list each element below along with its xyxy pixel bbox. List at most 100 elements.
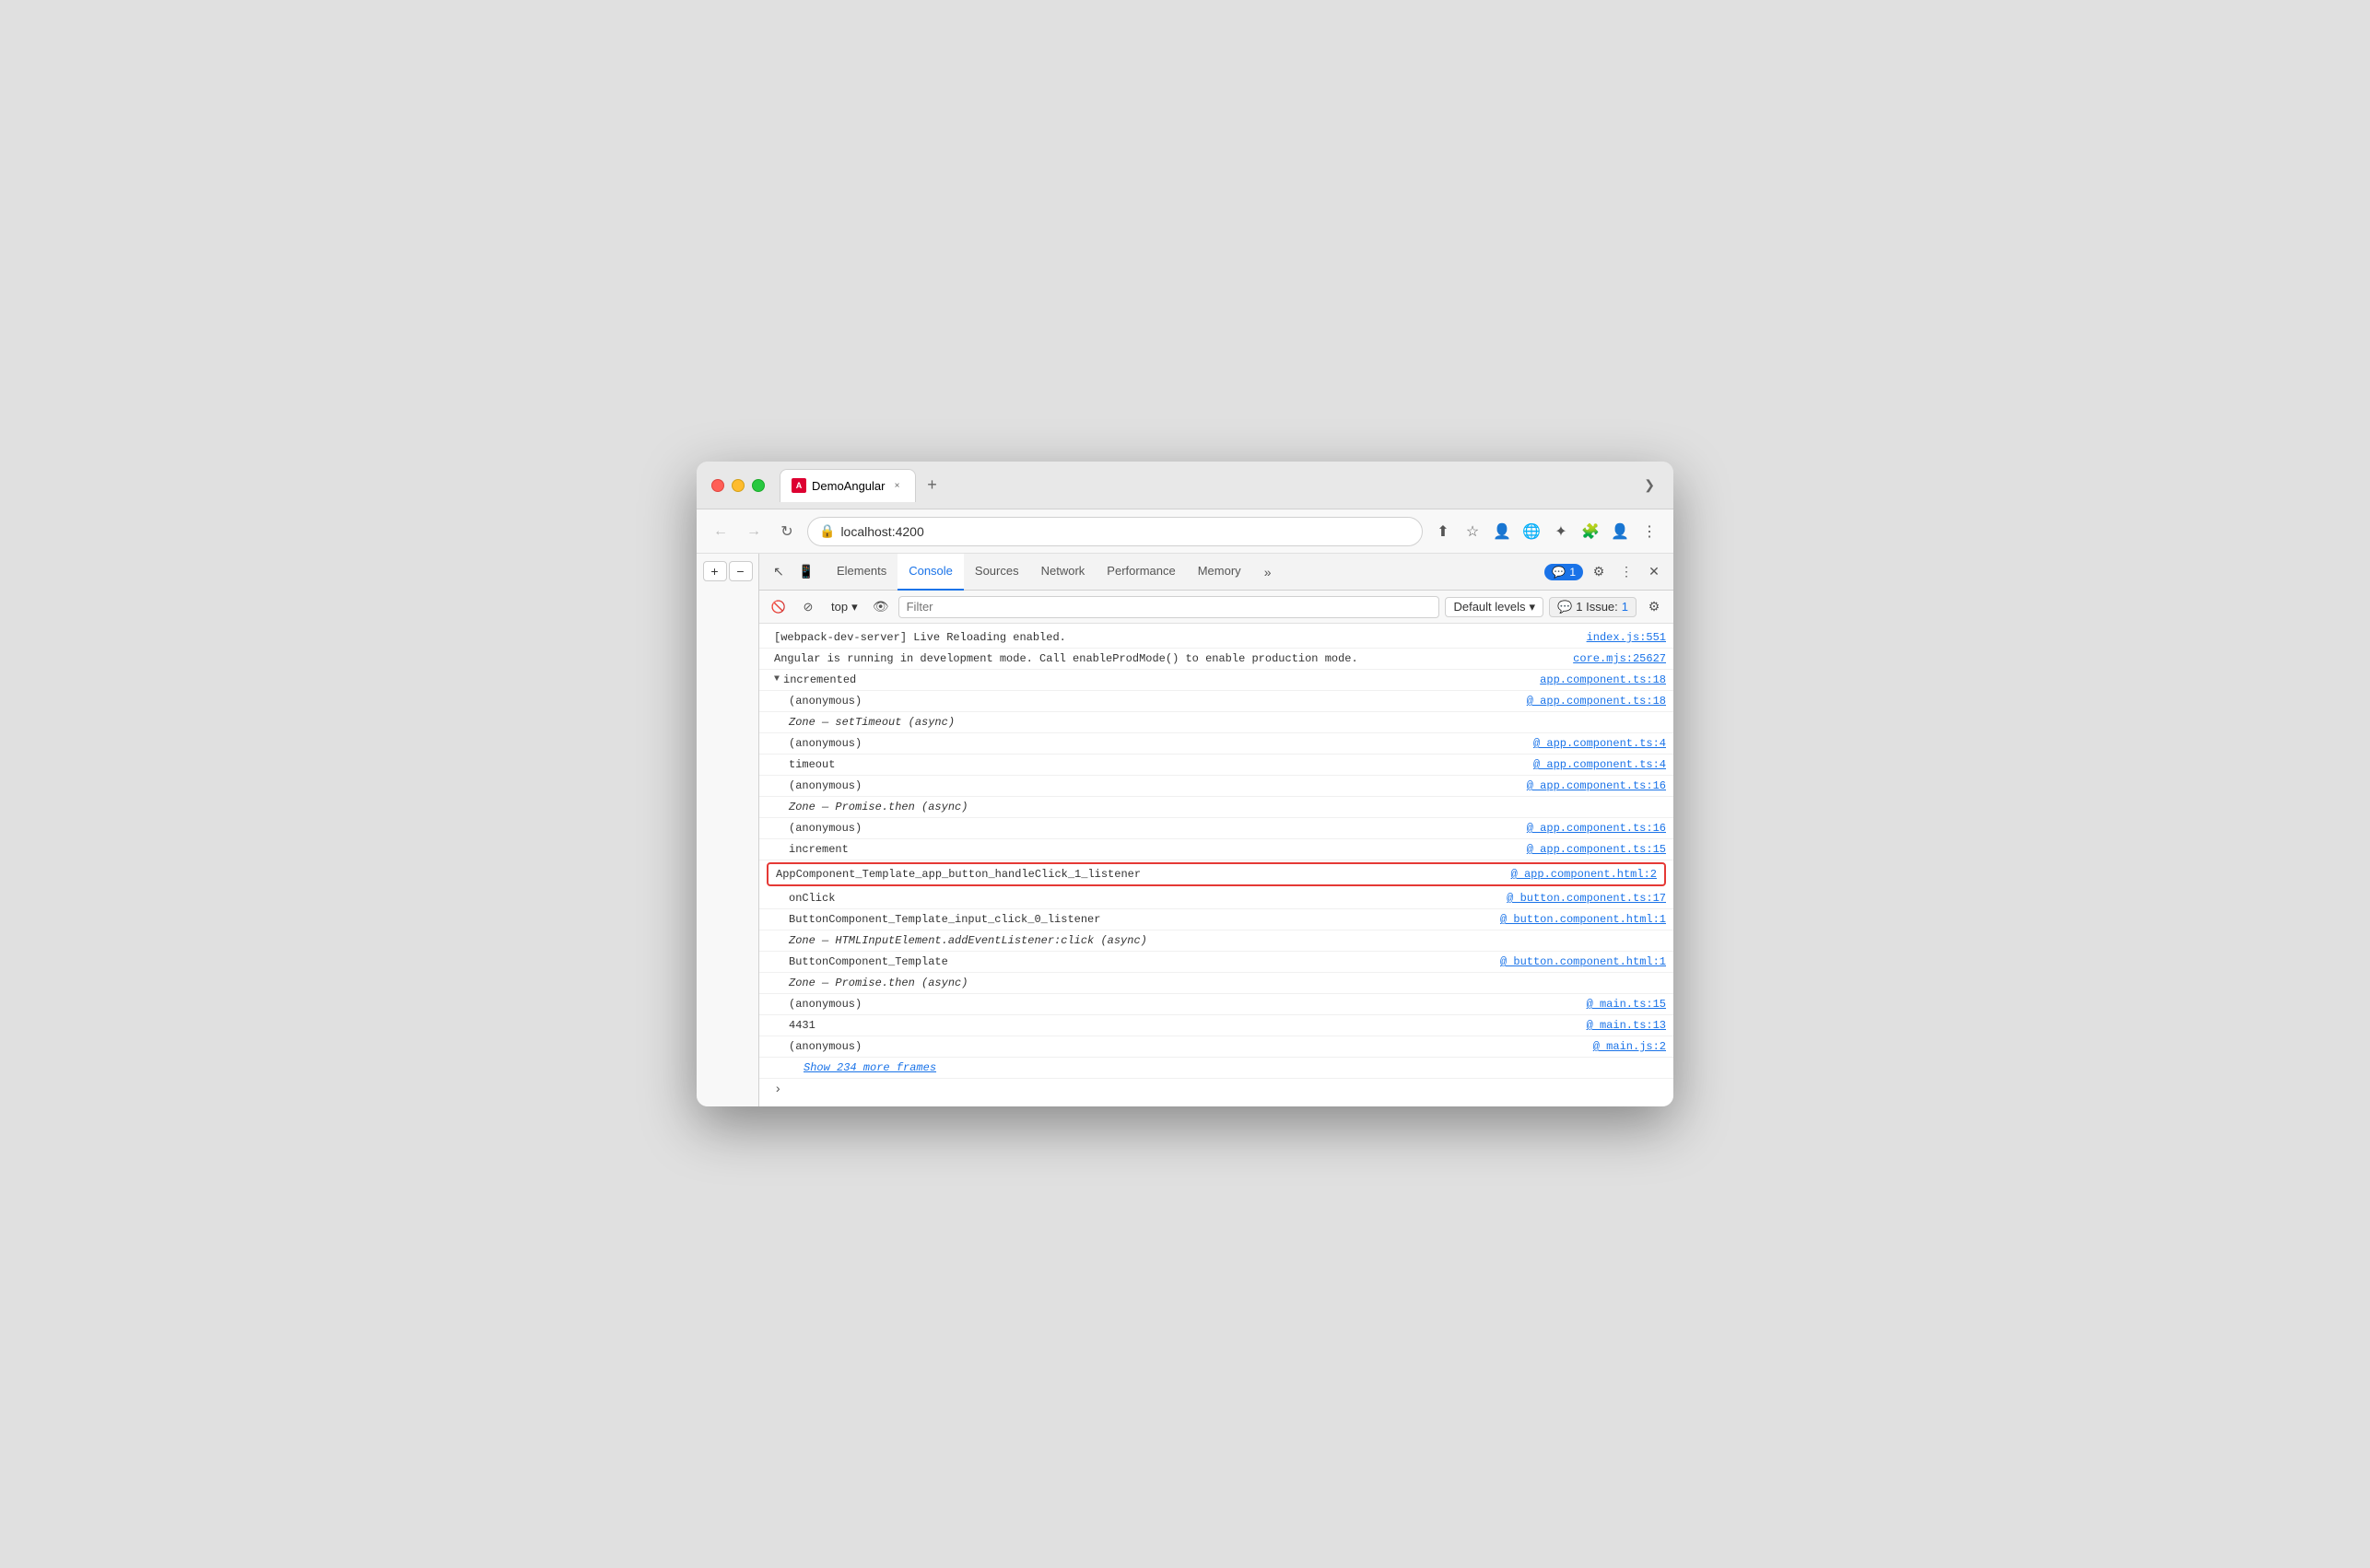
tab-sources[interactable]: Sources: [964, 554, 1030, 591]
window-controls-right: ❯: [1640, 474, 1659, 497]
console-line: Angular is running in development mode. …: [759, 649, 1673, 670]
source-link[interactable]: @ app.component.ts:18: [1527, 693, 1666, 709]
share-icon[interactable]: ⬆: [1430, 519, 1456, 544]
expand-icon: ▼: [774, 672, 780, 688]
console-line: increment @ app.component.ts:15: [759, 839, 1673, 860]
chat-icon: 💬: [1552, 566, 1566, 579]
devtools-panel: ↖ 📱 Elements Console Sources Network Per…: [759, 554, 1673, 1106]
console-line: Zone — Promise.then (async): [759, 973, 1673, 994]
console-line: ▼ incremented app.component.ts:18: [759, 670, 1673, 691]
console-line: ButtonComponent_Template_input_click_0_l…: [759, 909, 1673, 930]
tab-network[interactable]: Network: [1030, 554, 1097, 591]
close-devtools-icon[interactable]: ✕: [1642, 560, 1666, 584]
source-link[interactable]: @ button.component.html:1: [1500, 954, 1666, 970]
maximize-button[interactable]: [752, 479, 765, 492]
source-link[interactable]: @ button.component.html:1: [1500, 911, 1666, 928]
page-sidebar: + −: [697, 554, 759, 1106]
menu-icon[interactable]: ⋮: [1637, 519, 1662, 544]
prompt-arrow-icon: ›: [774, 1082, 781, 1097]
tab-close-button[interactable]: ×: [891, 479, 904, 492]
source-link[interactable]: @ app.component.ts:4: [1533, 735, 1666, 752]
console-prompt[interactable]: ›: [759, 1079, 1673, 1101]
back-button[interactable]: ←: [708, 519, 733, 544]
source-link[interactable]: @ main.ts:15: [1587, 996, 1666, 1012]
show-more-frames-link[interactable]: Show 234 more frames: [804, 1059, 936, 1076]
tab-memory[interactable]: Memory: [1187, 554, 1252, 591]
console-line: 4431 @ main.ts:13: [759, 1015, 1673, 1036]
source-link[interactable]: core.mjs:25627: [1573, 650, 1666, 667]
tab-title: DemoAngular: [812, 479, 886, 493]
source-link[interactable]: @ button.component.ts:17: [1507, 890, 1666, 907]
source-link[interactable]: index.js:551: [1587, 629, 1666, 646]
url-display: localhost:4200: [840, 524, 923, 539]
forward-button[interactable]: →: [741, 519, 767, 544]
angular-icon: A: [792, 478, 806, 493]
tab-bar: A DemoAngular × +: [780, 469, 1633, 502]
console-line: [webpack-dev-server] Live Reloading enab…: [759, 627, 1673, 649]
profile-icon[interactable]: 👤: [1607, 519, 1633, 544]
devtools-tab-icons: ↖ 📱: [767, 560, 818, 584]
zoom-out-button[interactable]: −: [729, 561, 753, 581]
new-tab-button[interactable]: +: [920, 473, 945, 498]
close-button[interactable]: [711, 479, 724, 492]
translate-icon[interactable]: 🌐: [1519, 519, 1544, 544]
chat-badge[interactable]: 💬 1: [1544, 564, 1583, 580]
console-output: [webpack-dev-server] Live Reloading enab…: [759, 624, 1673, 1106]
more-tabs-icon[interactable]: »: [1256, 560, 1280, 584]
clear-console-icon[interactable]: 🚫: [767, 595, 791, 619]
console-settings-icon[interactable]: ⚙: [1642, 595, 1666, 619]
console-line: Zone — HTMLInputElement.addEventListener…: [759, 930, 1673, 952]
settings-icon[interactable]: ⚙: [1587, 560, 1611, 584]
issues-badge[interactable]: 💬 1 Issue: 1: [1549, 597, 1637, 617]
context-selector[interactable]: top ▾: [826, 598, 863, 616]
console-line: (anonymous) @ app.component.ts:4: [759, 733, 1673, 755]
refresh-button[interactable]: ↻: [774, 519, 800, 544]
title-bar: A DemoAngular × + ❯: [697, 462, 1673, 509]
filter-input[interactable]: [898, 596, 1440, 618]
highlighted-console-line: AppComponent_Template_app_button_handleC…: [767, 862, 1666, 886]
device-toolbar-icon[interactable]: 📱: [794, 560, 818, 584]
tab-console[interactable]: Console: [898, 554, 964, 591]
bookmark-icon[interactable]: ☆: [1460, 519, 1485, 544]
zoom-in-button[interactable]: +: [703, 561, 727, 581]
extensions-icon[interactable]: 🧩: [1578, 519, 1603, 544]
tab-elements[interactable]: Elements: [826, 554, 898, 591]
minimize-button[interactable]: [732, 479, 745, 492]
source-link[interactable]: app.component.ts:18: [1540, 672, 1666, 688]
levels-dropdown-icon: ▾: [1530, 600, 1536, 614]
source-link[interactable]: @ main.js:2: [1593, 1038, 1666, 1055]
browser-window: A DemoAngular × + ❯ ← → ↻ 🔒 localhost:42…: [697, 462, 1673, 1106]
context-dropdown-icon: ▾: [851, 600, 858, 614]
execute-context-icon[interactable]: ⊘: [796, 595, 820, 619]
issue-icon: 💬: [1557, 600, 1572, 614]
browser-actions: ⬆ ☆ 👤 🌐 ✦ 🧩 👤 ⋮: [1430, 519, 1662, 544]
browser-tab[interactable]: A DemoAngular ×: [780, 469, 916, 502]
show-more-frames-line: Show 234 more frames: [759, 1058, 1673, 1079]
devtools-tabs: ↖ 📱 Elements Console Sources Network Per…: [759, 554, 1673, 591]
console-line: Zone — setTimeout (async): [759, 712, 1673, 733]
source-link[interactable]: @ app.component.html:2: [1511, 866, 1657, 883]
copilot-icon[interactable]: ✦: [1548, 519, 1574, 544]
source-link[interactable]: @ main.ts:13: [1587, 1017, 1666, 1034]
secure-icon: 🔒: [819, 523, 835, 539]
source-link[interactable]: @ app.component.ts:4: [1533, 756, 1666, 773]
more-options-icon[interactable]: ⋮: [1614, 560, 1638, 584]
extension-icon[interactable]: 👤: [1489, 519, 1515, 544]
console-line: ButtonComponent_Template @ button.compon…: [759, 952, 1673, 973]
eye-icon[interactable]: 👁: [869, 595, 893, 619]
source-link[interactable]: @ app.component.ts:16: [1527, 778, 1666, 794]
console-line: (anonymous) @ main.ts:15: [759, 994, 1673, 1015]
console-toolbar: 🚫 ⊘ top ▾ 👁 Default levels ▾ 💬 1 Issue: …: [759, 591, 1673, 624]
devtools-tabs-right: 💬 1 ⚙ ⋮ ✕: [1544, 560, 1666, 584]
inspect-element-icon[interactable]: ↖: [767, 560, 791, 584]
console-line: (anonymous) @ app.component.ts:18: [759, 691, 1673, 712]
address-input[interactable]: 🔒 localhost:4200: [807, 517, 1423, 546]
context-label: top: [831, 600, 848, 614]
address-bar: ← → ↻ 🔒 localhost:4200 ⬆ ☆ 👤 🌐 ✦ 🧩 👤 ⋮: [697, 509, 1673, 554]
main-content: + − ↖ 📱 Elements Console Sources: [697, 554, 1673, 1106]
tab-performance[interactable]: Performance: [1096, 554, 1186, 591]
default-levels-button[interactable]: Default levels ▾: [1445, 597, 1543, 617]
source-link[interactable]: @ app.component.ts:16: [1527, 820, 1666, 837]
chevron-down-icon[interactable]: ❯: [1640, 474, 1659, 497]
source-link[interactable]: @ app.component.ts:15: [1527, 841, 1666, 858]
